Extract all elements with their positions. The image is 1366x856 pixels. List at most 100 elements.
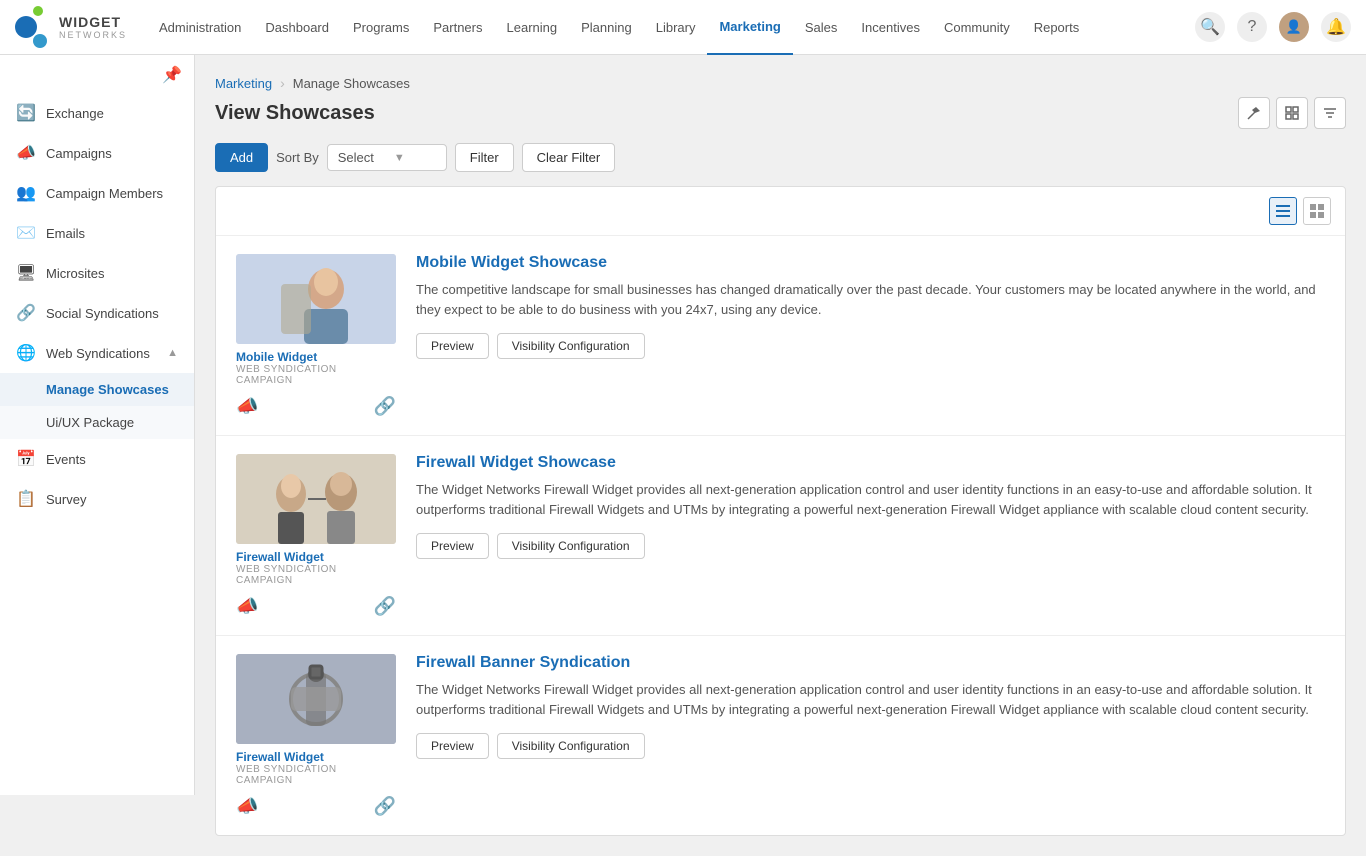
nav-learning[interactable]: Learning: [495, 0, 570, 55]
add-button[interactable]: Add: [215, 143, 268, 172]
nav-planning[interactable]: Planning: [569, 0, 644, 55]
app-body: 📌 🔄 Exchange 📣 Campaigns 👥 Campaign Memb…: [0, 55, 1366, 856]
avatar[interactable]: 👤: [1279, 12, 1309, 42]
nav-right-actions: 🔍 ? 👤 🔔: [1195, 12, 1351, 42]
logo[interactable]: WIDGET NETWORKS: [15, 6, 127, 48]
nav-programs[interactable]: Programs: [341, 0, 421, 55]
sidebar-item-social-syndications[interactable]: 🔗 Social Syndications: [0, 293, 194, 333]
showcase-card-icons: 📣 🔗: [236, 796, 396, 817]
microsites-icon: 🖥: [16, 263, 36, 283]
page-header-actions: [1238, 97, 1346, 129]
showcase-card: Firewall Widget WEB SYNDICATION CAMPAIGN…: [236, 654, 396, 817]
nav-sales[interactable]: Sales: [793, 0, 850, 55]
showcase-title[interactable]: Firewall Banner Syndication: [416, 654, 1325, 672]
showcase-item: Firewall Widget WEB SYNDICATION CAMPAIGN…: [216, 436, 1345, 636]
clear-filter-button[interactable]: Clear Filter: [522, 143, 616, 172]
nav-administration[interactable]: Administration: [147, 0, 253, 55]
nav-marketing[interactable]: Marketing: [707, 0, 792, 55]
breadcrumb-marketing[interactable]: Marketing: [215, 76, 272, 91]
nav-incentives[interactable]: Incentives: [849, 0, 932, 55]
showcase-card-label: Mobile Widget: [236, 350, 396, 364]
breadcrumb-separator: ›: [280, 75, 285, 91]
showcase-image: [236, 454, 396, 544]
showcase-item: Firewall Widget WEB SYNDICATION CAMPAIGN…: [216, 636, 1345, 835]
filter-button[interactable]: Filter: [455, 143, 514, 172]
visibility-configuration-button[interactable]: Visibility Configuration: [497, 733, 645, 759]
sidebar-item-manage-showcases[interactable]: Manage Showcases: [0, 373, 194, 406]
showcase-info: Mobile Widget Showcase The competitive l…: [416, 254, 1325, 417]
sidebar-item-survey[interactable]: 📋 Survey: [0, 479, 194, 519]
link-icon: 🔗: [374, 596, 396, 617]
top-navigation: WIDGET NETWORKS Administration Dashboard…: [0, 0, 1366, 55]
sidebar-item-label: Survey: [46, 492, 86, 507]
visibility-configuration-button[interactable]: Visibility Configuration: [497, 333, 645, 359]
showcase-card-icons: 📣 🔗: [236, 396, 396, 417]
sort-select[interactable]: Select ▼: [327, 144, 447, 171]
web-syndications-submenu: Manage Showcases Ui/UX Package: [0, 373, 194, 439]
showcase-card-label: Firewall Widget: [236, 750, 396, 764]
sidebar-item-exchange[interactable]: 🔄 Exchange: [0, 93, 194, 133]
sidebar-collapse[interactable]: 📌: [0, 65, 194, 93]
sidebar-item-label: Campaigns: [46, 146, 112, 161]
sidebar-item-events[interactable]: 📅 Events: [0, 439, 194, 479]
page-title: View Showcases: [215, 102, 375, 125]
search-icon[interactable]: 🔍: [1195, 12, 1225, 42]
breadcrumb-current: Manage Showcases: [293, 76, 410, 91]
sidebar-item-campaign-members[interactable]: 👥 Campaign Members: [0, 173, 194, 213]
preview-button[interactable]: Preview: [416, 333, 489, 359]
preview-button[interactable]: Preview: [416, 733, 489, 759]
notifications-icon[interactable]: 🔔: [1321, 12, 1351, 42]
nav-dashboard[interactable]: Dashboard: [253, 0, 341, 55]
preview-button[interactable]: Preview: [416, 533, 489, 559]
campaigns-icon: 📣: [16, 143, 36, 163]
campaign-members-icon: 👥: [16, 183, 36, 203]
megaphone-icon: 📣: [236, 396, 258, 417]
nav-reports[interactable]: Reports: [1022, 0, 1092, 55]
nav-partners[interactable]: Partners: [421, 0, 494, 55]
megaphone-icon: 📣: [236, 796, 258, 817]
nav-library[interactable]: Library: [644, 0, 708, 55]
nav-community[interactable]: Community: [932, 0, 1022, 55]
web-syndications-icon: 🌐: [16, 343, 36, 363]
grid-view-button[interactable]: [1303, 197, 1331, 225]
sidebar-item-web-syndications[interactable]: 🌐 Web Syndications ▲: [0, 333, 194, 373]
showcase-container: Mobile Widget WEB SYNDICATION CAMPAIGN 📣…: [215, 186, 1346, 836]
emails-icon: ✉️: [16, 223, 36, 243]
sidebar-item-label: Microsites: [46, 266, 105, 281]
showcase-info: Firewall Widget Showcase The Widget Netw…: [416, 454, 1325, 617]
showcase-card-icons: 📣 🔗: [236, 596, 396, 617]
showcase-image: [236, 254, 396, 344]
sidebar-item-label: Events: [46, 452, 86, 467]
sidebar-item-microsites[interactable]: 🖥 Microsites: [0, 253, 194, 293]
logo-text: WIDGET: [59, 14, 127, 30]
sort-by-label: Sort By: [276, 150, 319, 165]
sidebar-item-label: Social Syndications: [46, 306, 159, 321]
showcase-actions: Preview Visibility Configuration: [416, 333, 1325, 359]
sidebar-item-emails[interactable]: ✉️ Emails: [0, 213, 194, 253]
sidebar-item-ui-ux-package[interactable]: Ui/UX Package: [0, 406, 194, 439]
showcase-card: Mobile Widget WEB SYNDICATION CAMPAIGN 📣…: [236, 254, 396, 417]
logo-sub: NETWORKS: [59, 30, 127, 40]
showcase-actions: Preview Visibility Configuration: [416, 733, 1325, 759]
help-icon[interactable]: ?: [1237, 12, 1267, 42]
main-content: Marketing › Manage Showcases View Showca…: [195, 55, 1366, 856]
page-header: View Showcases: [215, 97, 1346, 129]
showcase-description: The Widget Networks Firewall Widget prov…: [416, 480, 1325, 519]
showcase-title[interactable]: Mobile Widget Showcase: [416, 254, 1325, 272]
list-view-button[interactable]: [1269, 197, 1297, 225]
fullscreen-icon[interactable]: [1276, 97, 1308, 129]
visibility-configuration-button[interactable]: Visibility Configuration: [497, 533, 645, 559]
chevron-up-icon: ▲: [167, 347, 178, 359]
sidebar-item-label: Exchange: [46, 106, 104, 121]
showcase-card-type: WEB SYNDICATION CAMPAIGN: [236, 564, 396, 586]
sort-select-value: Select: [338, 150, 374, 165]
sidebar-item-campaigns[interactable]: 📣 Campaigns: [0, 133, 194, 173]
megaphone-icon: 📣: [236, 596, 258, 617]
showcase-list-header: [216, 187, 1345, 236]
showcase-card-type: WEB SYNDICATION CAMPAIGN: [236, 364, 396, 386]
showcase-title[interactable]: Firewall Widget Showcase: [416, 454, 1325, 472]
showcase-actions: Preview Visibility Configuration: [416, 533, 1325, 559]
filter-settings-icon[interactable]: [1314, 97, 1346, 129]
toolbar: Add Sort By Select ▼ Filter Clear Filter: [215, 143, 1346, 172]
pin-page-icon[interactable]: [1238, 97, 1270, 129]
